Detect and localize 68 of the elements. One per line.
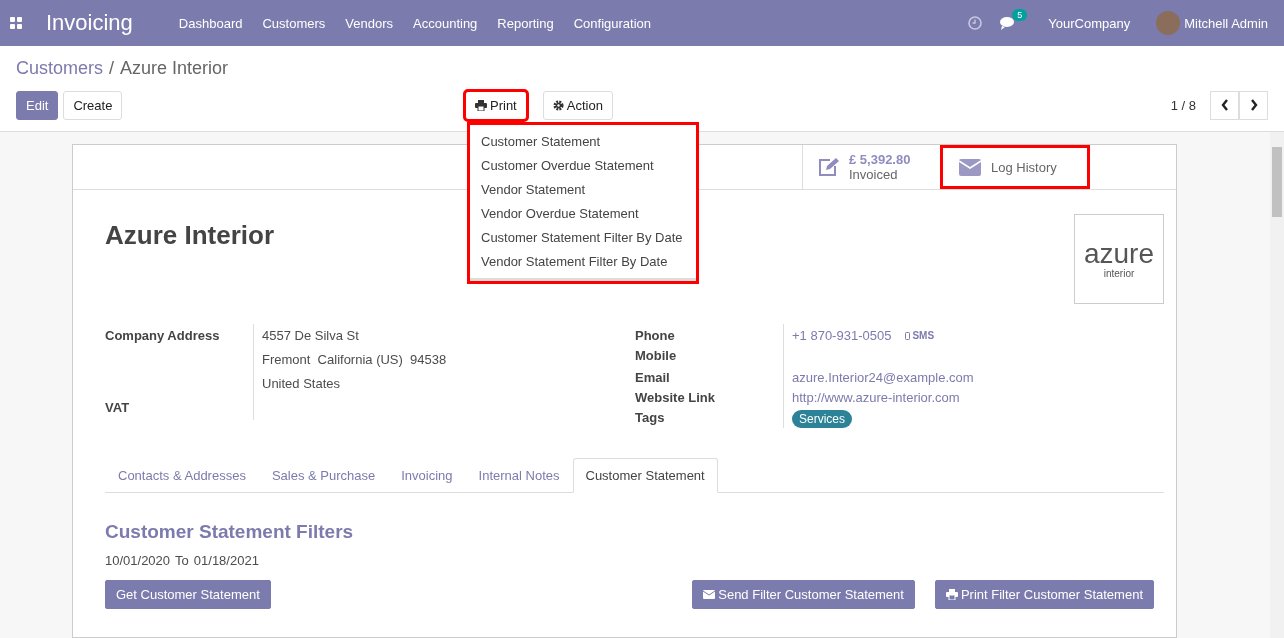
envelope-icon xyxy=(703,590,716,599)
dropdown-item[interactable]: Vendor Statement Filter By Date xyxy=(469,249,697,274)
section-heading: Customer Statement Filters xyxy=(105,521,355,543)
field-label: Tags xyxy=(635,409,666,427)
gear-icon xyxy=(552,99,564,111)
address-line: 4557 De Silva St xyxy=(262,327,359,345)
field-label: Phone xyxy=(635,327,676,345)
dropdown-item[interactable]: Vendor Statement xyxy=(469,177,697,202)
partner-name: Azure Interior xyxy=(105,220,275,252)
dropdown-item[interactable]: Customer Overdue Statement xyxy=(469,153,697,178)
create-button[interactable]: Create xyxy=(63,90,123,120)
field-label: Mobile xyxy=(635,348,678,365)
notebook-tab[interactable]: Invoicing xyxy=(388,458,466,493)
send-statement-button[interactable]: Send Filter Customer Statement xyxy=(692,580,915,609)
field-label: Company Address xyxy=(105,327,221,345)
sms-button[interactable]: SMS xyxy=(905,324,935,348)
chevron-left-icon xyxy=(1220,99,1229,111)
notebook-tab[interactable]: Contacts & Addresses xyxy=(105,458,259,493)
next-button[interactable] xyxy=(1239,90,1268,120)
mobile-phone-icon xyxy=(905,332,911,340)
clock-icon[interactable] xyxy=(968,16,983,30)
notebook-tab[interactable]: Sales & Purchase xyxy=(258,458,389,493)
menu-item[interactable]: Dashboard xyxy=(178,15,243,31)
breadcrumb-separator: / xyxy=(109,58,115,79)
previous-button[interactable] xyxy=(1210,90,1239,120)
tag-pill: Services xyxy=(792,410,852,428)
dropdown-item[interactable]: Vendor Overdue Statement xyxy=(469,201,697,226)
breadcrumb-current: Azure Interior xyxy=(120,58,229,79)
company-switcher[interactable]: YourCompany xyxy=(1048,15,1131,31)
dropdown-item[interactable]: Customer Statement Filter By Date xyxy=(469,225,697,250)
edit-button[interactable]: Edit xyxy=(16,90,59,120)
print-dropdown-button[interactable]: Print xyxy=(465,90,527,120)
date-to: 01/18/2021 xyxy=(193,553,259,568)
phone-link[interactable]: +1 870-931-0505 xyxy=(792,324,892,348)
field-link[interactable]: azure.Interior24@example.com xyxy=(792,368,974,388)
field-label: VAT xyxy=(105,399,131,417)
date-from: 10/01/2020 xyxy=(105,553,171,568)
field-label: Website Link xyxy=(635,389,716,407)
user-name[interactable]: Mitchell Admin xyxy=(1184,15,1268,31)
scrollbar[interactable] xyxy=(1270,132,1284,638)
notebook-tab[interactable]: Internal Notes xyxy=(465,458,573,493)
date-to-label: To xyxy=(175,553,189,568)
dropdown-item[interactable]: Customer Statement xyxy=(469,129,697,154)
chevron-right-icon xyxy=(1249,99,1258,111)
edit-icon xyxy=(817,157,839,177)
notebook-tab[interactable]: Customer Statement xyxy=(572,458,718,493)
field-link[interactable]: http://www.azure-interior.com xyxy=(792,388,960,408)
log-history-button[interactable]: Log History xyxy=(940,145,1090,189)
menu-item[interactable]: Accounting xyxy=(413,15,478,31)
pager-counter: 1 / 8 xyxy=(1170,97,1196,113)
field-label: Email xyxy=(635,369,671,387)
address-line: Fremont California (US) 94538 xyxy=(262,351,447,369)
address-line: United States xyxy=(262,375,341,393)
printer-icon xyxy=(945,589,958,600)
company-logo: azure interior xyxy=(1074,214,1164,304)
printer-icon xyxy=(475,99,487,111)
menu-item[interactable]: Customers xyxy=(262,15,326,31)
envelope-icon xyxy=(959,158,981,176)
breadcrumb-link[interactable]: Customers xyxy=(16,58,104,79)
action-button[interactable]: Action xyxy=(542,90,613,120)
apps-grid-icon[interactable] xyxy=(10,17,22,29)
app-title[interactable]: Invoicing xyxy=(46,10,133,36)
menu-item[interactable]: Vendors xyxy=(345,15,393,31)
print-statement-button[interactable]: Print Filter Customer Statement xyxy=(934,580,1154,609)
menu-item[interactable]: Configuration xyxy=(573,15,652,31)
message-count: 5 xyxy=(1012,8,1028,21)
menu-item[interactable]: Reporting xyxy=(497,15,554,31)
get-statement-button[interactable]: Get Customer Statement xyxy=(105,580,271,609)
